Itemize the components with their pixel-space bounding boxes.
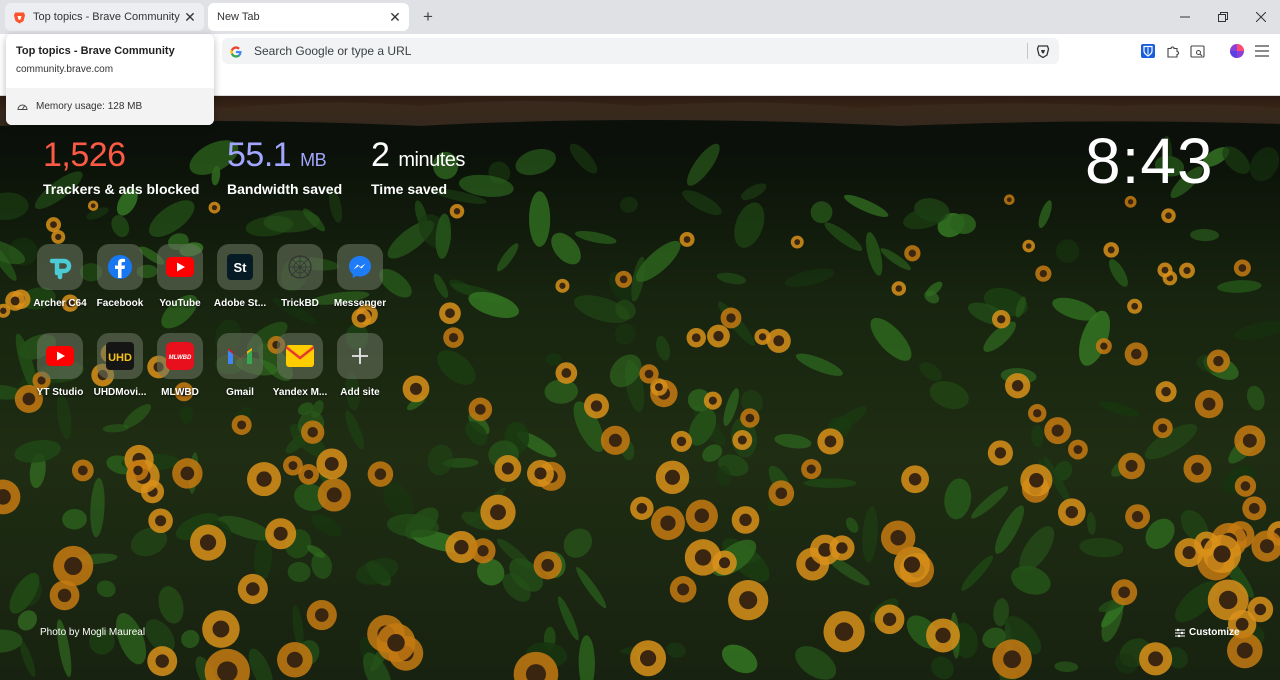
- minimize-button[interactable]: [1167, 4, 1203, 30]
- tab-brave-community[interactable]: Top topics - Brave Community ✕: [5, 3, 204, 31]
- extensions-puzzle-icon[interactable]: [1164, 42, 1182, 60]
- tile-label: Yandex M...: [272, 387, 328, 398]
- close-icon[interactable]: ✕: [182, 9, 198, 25]
- reader-mode-icon[interactable]: [1188, 42, 1206, 60]
- tab-strip: Top topics - Brave Community ✕ New Tab ✕…: [0, 0, 1280, 34]
- facebook-icon: [97, 244, 143, 290]
- sliders-icon: [1175, 628, 1185, 637]
- time-value: 2: [371, 136, 390, 174]
- tile-label: TrickBD: [281, 298, 319, 309]
- tile-facebook[interactable]: Facebook: [90, 244, 150, 309]
- divider: [1027, 43, 1028, 59]
- adobe-stock-glyph: St: [234, 260, 248, 275]
- brave-rewards-icon[interactable]: [1228, 42, 1246, 60]
- tile-label: Adobe St...: [213, 298, 267, 309]
- yt-studio-icon: [37, 333, 83, 379]
- bitwarden-icon[interactable]: [1139, 42, 1157, 60]
- time-label: Time saved: [371, 181, 448, 197]
- restore-icon: [1218, 12, 1228, 22]
- stat-trackers: 1,526 Trackers & ads blocked: [43, 138, 199, 197]
- address-bar[interactable]: [222, 38, 1059, 64]
- minimize-icon: [1180, 16, 1190, 18]
- gmail-icon: [217, 333, 263, 379]
- tile-yt-studio[interactable]: YT Studio: [30, 333, 90, 398]
- hover-card-title: Top topics - Brave Community: [16, 45, 175, 57]
- tile-messenger[interactable]: Messenger: [330, 244, 390, 309]
- tile-label: YouTube: [159, 298, 201, 309]
- mlwbd-icon: MLWBD: [157, 333, 203, 379]
- tile-label: MLWBD: [161, 387, 199, 398]
- mlwbd-glyph: MLWBD: [169, 355, 192, 361]
- new-tab-button[interactable]: +: [418, 7, 438, 27]
- close-icon: [1256, 12, 1266, 22]
- menu-hamburger-icon[interactable]: [1253, 42, 1271, 60]
- stat-bandwidth: 55.1 MB Bandwidth saved: [227, 138, 342, 197]
- youtube-icon: [157, 244, 203, 290]
- stat-time: 2 minutes Time saved: [371, 138, 465, 197]
- tile-label: Messenger: [333, 298, 387, 309]
- trickbd-icon: [277, 244, 323, 290]
- photo-credit[interactable]: Photo by Mogli Maureal: [40, 627, 145, 638]
- brave-lion-icon: [13, 11, 26, 24]
- add-site-button[interactable]: Add site: [330, 333, 390, 398]
- bandwidth-label: Bandwidth saved: [227, 181, 343, 197]
- window-close-button[interactable]: [1243, 4, 1279, 30]
- tile-label: UHDMovi...: [93, 387, 147, 398]
- hover-card-memory: Memory usage: 128 MB: [6, 88, 214, 125]
- trackers-count: 1,526: [43, 136, 126, 174]
- tile-label: Gmail: [226, 387, 254, 398]
- yandex-mail-icon: [277, 333, 323, 379]
- tile-label: Facebook: [96, 298, 144, 309]
- tab-hover-card: Top topics - Brave Community community.b…: [6, 34, 214, 125]
- tile-archer-c64[interactable]: Archer C64: [30, 244, 90, 309]
- tile-adobe-stock[interactable]: St Adobe St...: [210, 244, 270, 309]
- customize-button[interactable]: Customize: [1175, 627, 1240, 638]
- trackers-label: Trackers & ads blocked: [43, 181, 200, 197]
- uhdmovies-icon: UHD: [97, 333, 143, 379]
- bandwidth-unit: MB: [300, 150, 327, 170]
- tile-youtube[interactable]: YouTube: [150, 244, 210, 309]
- memory-usage-text: Memory usage: 128 MB: [36, 101, 143, 112]
- tile-label: Add site: [340, 387, 380, 398]
- time-unit: minutes: [398, 149, 465, 171]
- tplink-icon: [37, 244, 83, 290]
- close-icon[interactable]: ✕: [387, 9, 403, 25]
- restore-button[interactable]: [1205, 4, 1241, 30]
- tab-title: Top topics - Brave Community: [33, 11, 180, 23]
- tab-title: New Tab: [217, 11, 260, 23]
- tile-gmail[interactable]: Gmail: [210, 333, 270, 398]
- tile-yandex-mail[interactable]: Yandex M...: [270, 333, 330, 398]
- tab-new-tab[interactable]: New Tab ✕: [208, 3, 409, 31]
- hover-card-url: community.brave.com: [16, 64, 114, 75]
- tile-mlwbd[interactable]: MLWBD MLWBD: [150, 333, 210, 398]
- tile-trickbd[interactable]: TrickBD: [270, 244, 330, 309]
- adobe-stock-icon: St: [217, 244, 263, 290]
- clock: 8:43: [1085, 125, 1214, 197]
- customize-label: Customize: [1189, 627, 1240, 638]
- google-icon: [230, 45, 242, 58]
- bandwidth-value: 55.1: [227, 136, 292, 174]
- search-input[interactable]: [254, 44, 1027, 58]
- tile-uhdmovies[interactable]: UHD UHDMovi...: [90, 333, 150, 398]
- memory-gauge-icon: [17, 101, 28, 112]
- messenger-icon: [337, 244, 383, 290]
- uhdmovies-glyph: UHD: [108, 352, 132, 364]
- tile-label: YT Studio: [36, 387, 84, 398]
- tile-label: Archer C64: [33, 298, 87, 309]
- brave-shields-icon[interactable]: [1036, 44, 1050, 58]
- plus-icon: [337, 333, 383, 379]
- browser-window: Top topics - Brave Community ✕ New Tab ✕…: [0, 0, 1280, 680]
